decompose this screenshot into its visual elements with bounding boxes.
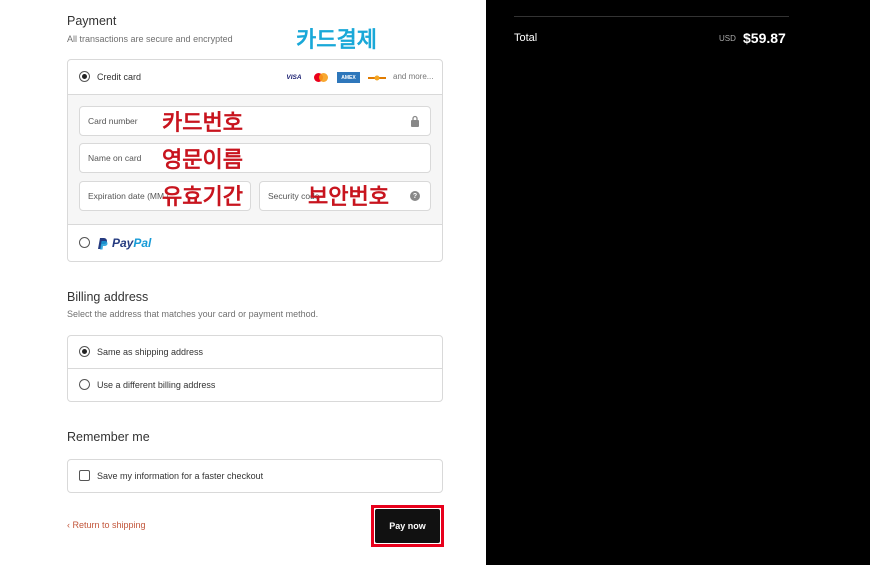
billing-different-radio[interactable]: [79, 379, 90, 390]
payment-subtitle: All transactions are secure and encrypte…: [67, 34, 233, 44]
billing-options-box: Same as shipping address Use a different…: [67, 335, 443, 402]
remember-title: Remember me: [67, 430, 150, 444]
paypal-label-pal: Pal: [133, 236, 152, 250]
paypal-radio[interactable]: [79, 237, 90, 248]
discover-logo: [368, 72, 386, 83]
remember-box: Save my information for a faster checkou…: [67, 459, 443, 493]
credit-card-option[interactable]: Credit card VISA AMEX and more...: [68, 60, 442, 95]
currency-code: USD: [719, 34, 736, 43]
name-on-card-placeholder: Name on card: [88, 153, 142, 163]
billing-same-label: Same as shipping address: [97, 347, 204, 357]
expiration-placeholder: Expiration date (MM / YY): [88, 191, 170, 201]
checkout-form-panel: Payment All transactions are secure and …: [0, 0, 486, 565]
billing-title: Billing address: [67, 290, 149, 304]
billing-different-option[interactable]: Use a different billing address: [68, 369, 442, 402]
visa-logo: VISA: [286, 74, 302, 81]
and-more-text: and more...: [393, 72, 434, 81]
order-summary-panel: Total USD $59.87: [486, 0, 870, 565]
return-to-shipping-link[interactable]: ‹ Return to shipping: [67, 520, 146, 530]
card-number-field[interactable]: Card number: [79, 106, 431, 136]
billing-subtitle: Select the address that matches your car…: [67, 309, 319, 319]
billing-different-label: Use a different billing address: [97, 380, 216, 390]
pay-now-button[interactable]: Pay now: [375, 509, 440, 543]
help-icon[interactable]: ?: [410, 191, 420, 201]
annotation-card-number: 카드번호: [162, 111, 243, 136]
credit-card-label: Credit card: [97, 72, 142, 82]
paypal-option[interactable]: Pay Pal: [68, 226, 442, 262]
card-number-placeholder: Card number: [88, 116, 138, 126]
amex-logo: AMEX: [337, 72, 360, 83]
credit-card-radio[interactable]: [79, 71, 90, 82]
remember-checkbox[interactable]: [79, 470, 90, 481]
remember-label: Save my information for a faster checkou…: [97, 471, 264, 481]
annotation-name: 영문이름: [162, 148, 243, 173]
billing-same-option[interactable]: Same as shipping address: [68, 336, 442, 369]
total-label: Total: [514, 32, 538, 44]
paypal-icon: [98, 237, 108, 249]
payment-methods-box: Credit card VISA AMEX and more... Card n…: [67, 59, 443, 262]
paypal-logo: Pay Pal: [96, 236, 151, 250]
remember-option[interactable]: Save my information for a faster checkou…: [68, 460, 442, 493]
billing-same-radio[interactable]: [79, 346, 90, 357]
total-value: $59.87: [743, 30, 786, 46]
lock-icon: [411, 115, 419, 127]
annotation-security-code: 보안번호: [308, 185, 389, 210]
paypal-label-pay: Pay: [112, 236, 134, 250]
payment-title: Payment: [67, 14, 117, 28]
name-on-card-field[interactable]: Name on card: [79, 143, 431, 173]
annotation-expiration: 유효기간: [162, 185, 243, 210]
mastercard-logo: [313, 72, 329, 83]
summary-divider: [514, 16, 789, 17]
annotation-card-payment: 카드결제: [296, 28, 377, 53]
